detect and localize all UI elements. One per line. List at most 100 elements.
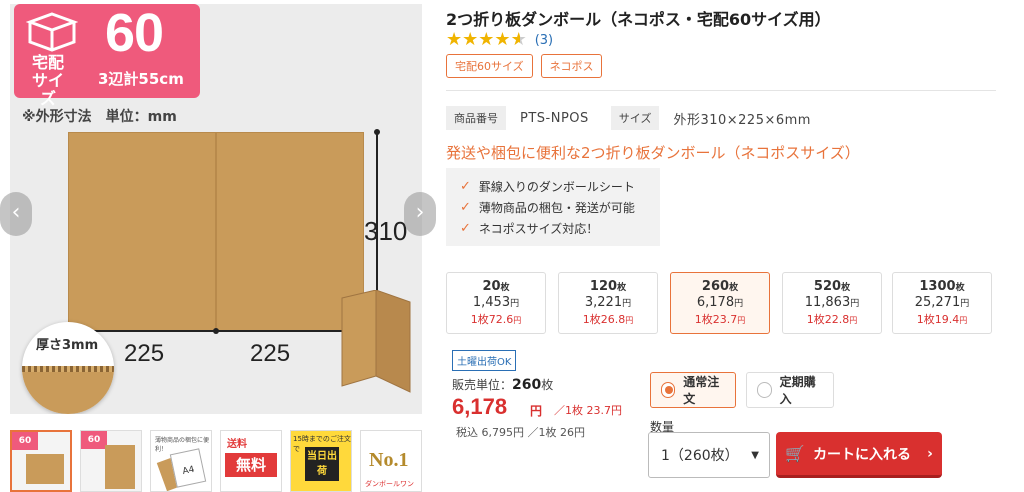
width-right-dimension-label: 225 [250, 340, 291, 367]
thumb-caption: 薄物商品の梱包に便利！ [155, 437, 210, 453]
order-type-label: 通常注文 [683, 375, 720, 406]
height-dimension-label: 310 [364, 216, 408, 246]
star-icon: ★ [446, 29, 463, 50]
tag-takuhai-60[interactable]: 宅配60サイズ [446, 54, 533, 78]
thumb-badge: 60 [81, 431, 107, 449]
product-info: 2つ折り板ダンボール（ネコポス・宅配60サイズ用） ★ ★ ★ ★ ★ (3) … [446, 0, 1024, 492]
thumb-big-text: No.1 [369, 449, 409, 471]
saturday-shipping-badge: 土曜出荷OK [452, 350, 517, 371]
order-type-label: 定期購入 [779, 375, 816, 406]
width-left-dimension-label: 225 [124, 340, 165, 367]
thumbnail-4[interactable]: 送料 無料 [220, 430, 282, 492]
price: 6,178 [452, 394, 508, 419]
qty-price: 1,453円 [472, 295, 520, 310]
thumbnail-2[interactable]: 60 [80, 430, 142, 492]
thumb-big-text: 当日出荷 [305, 447, 339, 481]
thumb-a4: 薄物商品の梱包に便利！ A4 [151, 431, 211, 491]
cart-icon: 🛒 [785, 444, 806, 463]
thumb-badge: 60 [12, 432, 38, 450]
sale-unit: 販売単位：260枚 [452, 377, 554, 393]
spec-key-item-number: 商品番号 [446, 106, 506, 130]
feature-item: ✓ ネコポスサイズ対応！ [460, 218, 660, 239]
qty-price: 3,221円 [584, 295, 632, 310]
feature-text: 罫線入りのダンボールシート [478, 180, 635, 194]
qty-price: 25,271円 [914, 295, 970, 310]
qty-count: 20枚 [482, 279, 510, 294]
quantity-select-value: 1（260枚） [661, 448, 739, 464]
product-title: 2つ折り板ダンボール（ネコポス・宅配60サイズ用） [446, 10, 831, 29]
review-count-link[interactable]: (3) [535, 33, 553, 48]
feature-list: ✓ 罫線入りのダンボールシート ✓ 薄物商品の梱包・発送が可能 ✓ ネコポスサイズ対応… [446, 168, 660, 246]
badge-size-number: 60 [104, 4, 164, 63]
thumbnail-5[interactable]: 15時までのご注文で 当日出荷 [290, 430, 352, 492]
delivery-size-badge: 60 宅配 サイズ 3辺計55cm [14, 4, 200, 108]
tax-included-price: 税込 6,795円 ／1枚 26円 [456, 426, 585, 439]
quantity-option-20[interactable]: 20枚 1,453円 1枚72.6円 [446, 272, 546, 334]
qty-unit-price: 1枚22.8円 [806, 313, 858, 326]
qty-count: 1300枚 [919, 279, 965, 294]
chevron-right-icon: › [927, 445, 933, 462]
spec-value-size: 外形310×225×6mm [673, 112, 811, 128]
thickness-callout: 厚さ3mm [22, 322, 114, 414]
thumb-same-day: 15時までのご注文で 当日出荷 [291, 431, 351, 491]
thickness-label: 厚さ3mm [36, 338, 99, 353]
badge-label-size: サイズ [31, 71, 64, 108]
next-image-button[interactable]: › [404, 192, 436, 236]
star-icon: ★ [494, 29, 511, 50]
qty-price: 6,178円 [696, 295, 744, 310]
tag-nekopos[interactable]: ネコポス [540, 54, 603, 78]
thumb-a4-card: A4 [169, 448, 207, 488]
qty-count: 120枚 [589, 279, 627, 294]
quantity-select[interactable]: 1（260枚） ▼ [648, 432, 770, 478]
thumb-no1: No.1 ダンボールワン [361, 431, 421, 491]
quantity-option-1300[interactable]: 1300枚 25,271円 1枚19.4円 [892, 272, 992, 334]
feature-item: ✓ 薄物商品の梱包・発送が可能 [460, 197, 660, 218]
qty-unit-price: 1枚23.7円 [694, 313, 746, 326]
qty-unit-price: 1枚19.4円 [916, 313, 968, 326]
thumbnail-strip: 60 60 薄物商品の梱包に便利！ A4 送料 無料 15時までのご注文で 当日… [10, 430, 430, 492]
qty-price: 11,863円 [804, 295, 860, 310]
rating: ★ ★ ★ ★ ★ (3) [446, 30, 553, 50]
board-edge-closeup [22, 366, 114, 414]
qty-count: 520枚 [813, 279, 851, 294]
order-type-regular[interactable]: 通常注文 [650, 372, 736, 408]
star-icon: ★ [462, 29, 479, 50]
radio-icon [661, 382, 676, 398]
add-to-cart-button[interactable]: 🛒 カートに入れる › [776, 432, 942, 478]
quantity-option-520[interactable]: 520枚 11,863円 1枚22.8円 [782, 272, 882, 334]
qty-count: 260枚 [701, 279, 739, 294]
price-per-unit: ／1枚 23.7円 [554, 404, 622, 417]
thumb-board [26, 454, 64, 484]
dimension-note: ※外形寸法 単位：mm [22, 109, 177, 125]
thumbnail-3[interactable]: 薄物商品の梱包に便利！ A4 [150, 430, 212, 492]
caret-down-icon: ▼ [751, 450, 759, 461]
main-product-image[interactable]: 60 宅配 サイズ 3辺計55cm ※外形寸法 単位：mm 310 225 22… [10, 4, 422, 414]
quantity-option-120[interactable]: 120枚 3,221円 1枚26.8円 [558, 272, 658, 334]
product-lead: 発送や梱包に便利な2つ折り板ダンボール（ネコポスサイズ） [446, 144, 860, 162]
check-icon: ✓ [460, 221, 471, 236]
half-star-icon: ★ [510, 29, 527, 50]
badge-label-takuhai: 宅配 [31, 53, 64, 72]
quantity-option-260[interactable]: 260枚 6,178円 1枚23.7円 [670, 272, 770, 334]
price-yen: 円 [530, 404, 543, 418]
dimension-dot [213, 328, 219, 334]
spec-row: 商品番号 PTS-NPOS サイズ 外形310×225×6mm [446, 106, 833, 130]
prev-image-button[interactable]: ‹ [0, 192, 32, 236]
badge-sum-text: 3辺計55cm [98, 70, 184, 88]
feature-item: ✓ 罫線入りのダンボールシート [460, 176, 660, 197]
check-icon: ✓ [460, 200, 471, 215]
dimension-dot [374, 129, 380, 135]
qty-unit-price: 1枚26.8円 [582, 313, 634, 326]
product-gallery: 60 宅配 サイズ 3辺計55cm ※外形寸法 単位：mm 310 225 22… [0, 0, 436, 492]
spec-value-item-number: PTS-NPOS [520, 110, 589, 126]
qty-unit-price: 1枚72.6円 [470, 313, 522, 326]
thumb-big-text: 無料 [225, 453, 277, 477]
order-type-subscription[interactable]: 定期購入 [746, 372, 834, 408]
thumbnail-6[interactable]: No.1 ダンボールワン [360, 430, 422, 492]
thumbnail-1[interactable]: 60 [10, 430, 72, 492]
star-icon: ★ [478, 29, 495, 50]
divider [446, 90, 996, 91]
add-to-cart-label: カートに入れる [813, 446, 912, 463]
box-icon [26, 12, 78, 52]
folded-board-illustration [341, 290, 411, 393]
